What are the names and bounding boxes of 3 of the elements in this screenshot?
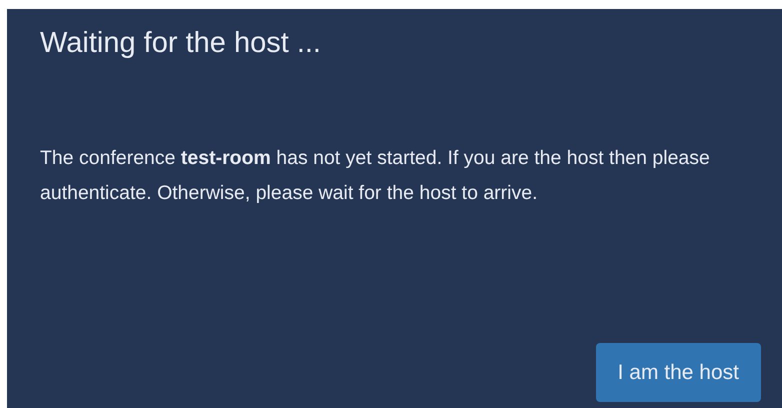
dialog-message: The conference test-room has not yet started. If you are the host then please authenticate. Otherwise, please wait for the host to arrive. (40, 146, 711, 206)
host-button[interactable]: I am the host (596, 343, 761, 402)
dialog-title: Waiting for the host ... (40, 26, 321, 61)
